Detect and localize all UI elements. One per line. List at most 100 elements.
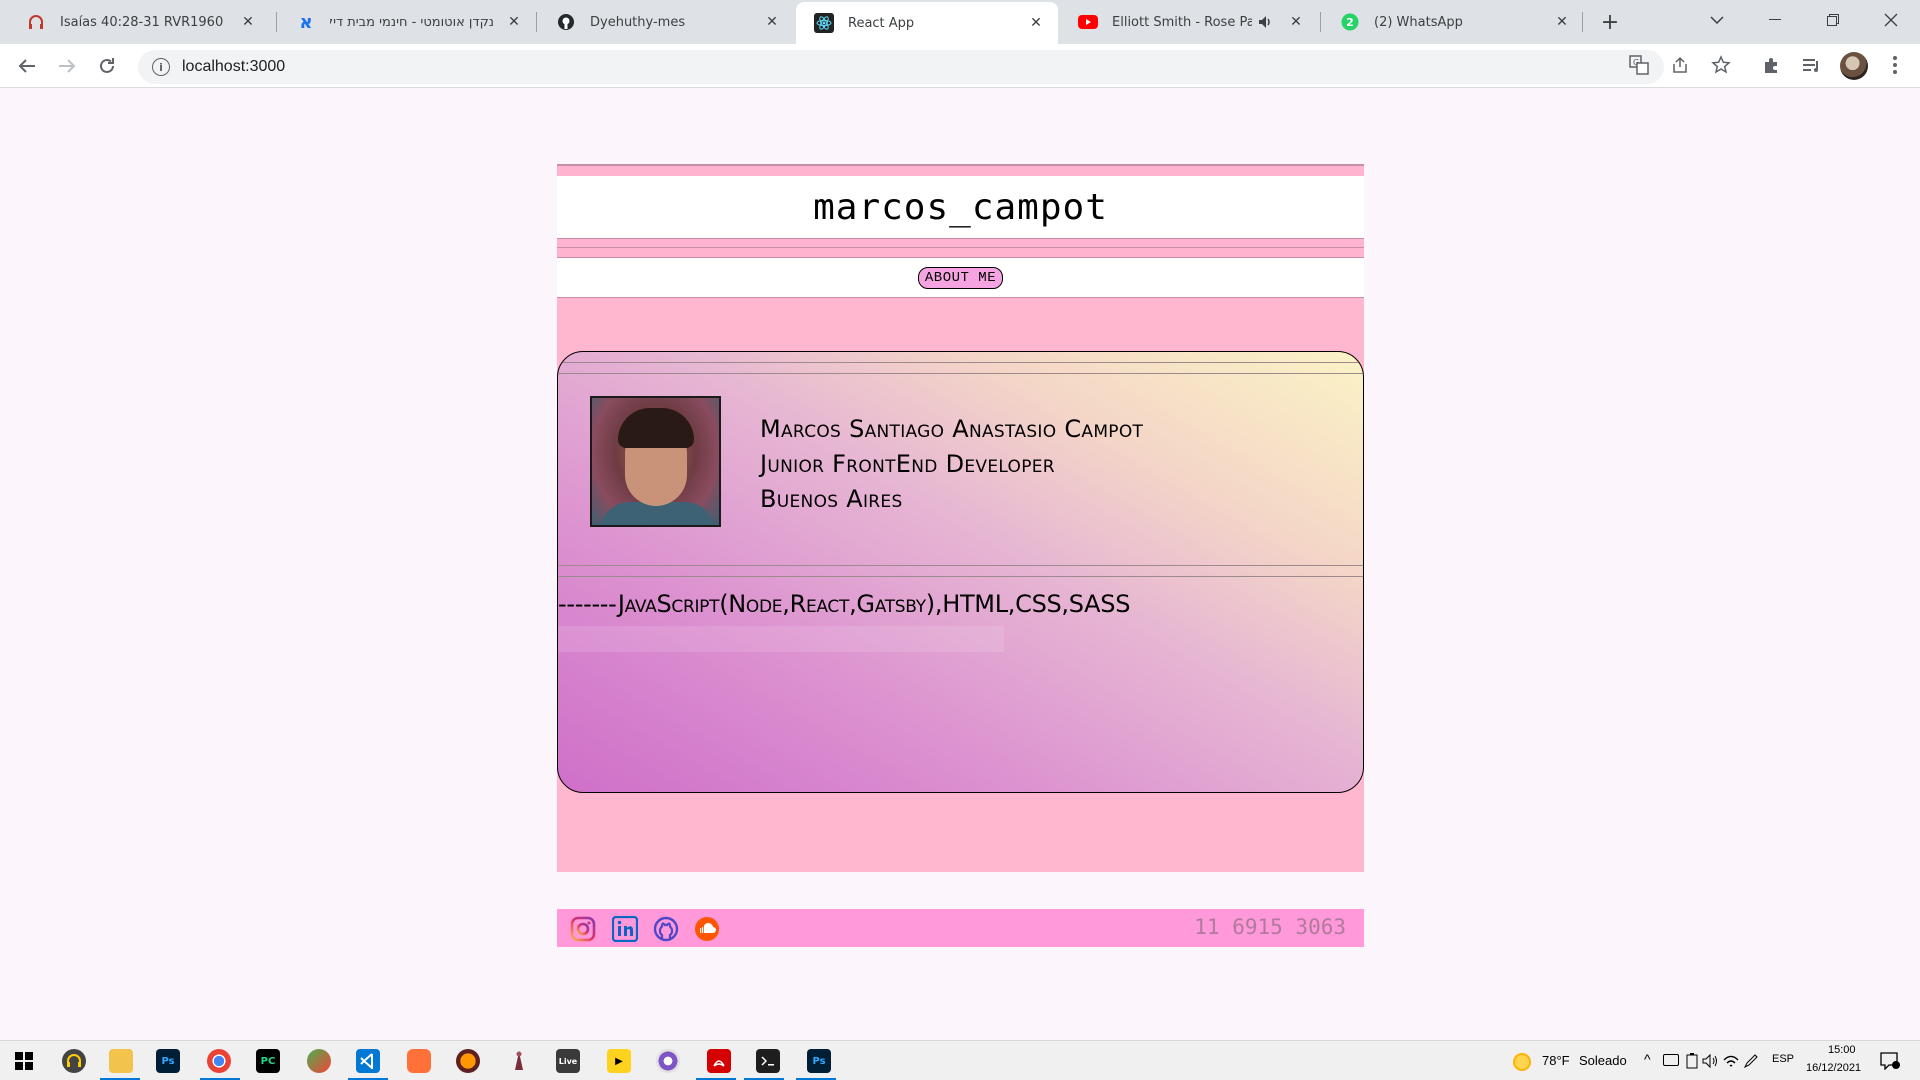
profile-name: Marcos Santiago Anastasio Campot <box>760 415 1144 443</box>
bookmark-star-icon[interactable] <box>1710 54 1732 76</box>
media-player-icon[interactable]: ▶ <box>607 1049 631 1073</box>
anaconda-icon[interactable] <box>507 1049 531 1073</box>
brave-icon[interactable] <box>407 1049 431 1073</box>
skills-text: -------JavaScript(Node,React,Gatsby),HTM… <box>558 590 1131 618</box>
tab-github[interactable]: Dyehuthy-mes ✕ <box>538 0 794 44</box>
close-icon[interactable]: ✕ <box>238 12 258 32</box>
headphones-icon <box>26 12 46 32</box>
profile-avatar[interactable] <box>1840 52 1868 80</box>
close-icon[interactable]: ✕ <box>1286 12 1306 32</box>
svg-text:2: 2 <box>1346 16 1354 29</box>
weather-temp[interactable]: 78°F <box>1542 1053 1570 1068</box>
site-footer: 11 6915 3063 <box>557 909 1364 947</box>
restore-button[interactable] <box>1810 0 1856 40</box>
tab-separator <box>1582 12 1583 32</box>
about-me-button[interactable]: About me <box>917 266 1004 289</box>
tab-strip: Isaías 40:28-31 RVR1960 - ¿No ha ✕ א נקד… <box>0 0 1920 44</box>
blender-icon[interactable] <box>656 1049 680 1073</box>
battery-icon[interactable] <box>1686 1053 1698 1073</box>
file-explorer-icon[interactable] <box>109 1049 133 1073</box>
reload-icon[interactable] <box>91 50 123 82</box>
pycharm-icon[interactable]: PC <box>256 1049 280 1073</box>
clock-time[interactable]: 15:00 <box>1828 1044 1856 1056</box>
vscode-icon[interactable] <box>356 1049 380 1073</box>
site-nav: About me <box>557 258 1364 297</box>
photoshop-icon[interactable]: Ps <box>156 1049 180 1073</box>
whatsapp-icon: 2 <box>1340 12 1360 32</box>
site-header: marcos_campot <box>557 176 1364 238</box>
ableton-live-icon[interactable]: Live <box>556 1049 580 1073</box>
profile-card: Marcos Santiago Anastasio Campot Junior … <box>557 351 1364 793</box>
tab-bible[interactable]: Isaías 40:28-31 RVR1960 - ¿No ha ✕ <box>8 0 270 44</box>
profile-role: Junior FrontEnd Developer <box>760 450 1055 478</box>
close-icon[interactable]: ✕ <box>1552 12 1572 32</box>
tab-title: React App <box>848 15 915 31</box>
onedrive-icon[interactable] <box>1663 1054 1679 1066</box>
notifications-icon[interactable] <box>1880 1052 1900 1074</box>
profile-info: Marcos Santiago Anastasio Campot Junior … <box>760 412 1143 517</box>
card-divider <box>558 576 1363 577</box>
acrobat-icon[interactable] <box>707 1049 731 1073</box>
tab-title: Elliott Smith - Rose Parade ( <box>1112 14 1252 30</box>
forward-arrow-icon[interactable] <box>51 50 83 82</box>
github-icon <box>556 12 576 32</box>
clock-date[interactable]: 16/12/2021 <box>1806 1062 1861 1074</box>
tab-youtube[interactable]: Elliott Smith - Rose Parade ( ✕ <box>1060 0 1318 44</box>
firefox-icon[interactable] <box>456 1049 480 1073</box>
language-indicator[interactable]: ESP <box>1772 1053 1794 1065</box>
tab-whatsapp[interactable]: 2 (2) WhatsApp ✕ <box>1322 0 1584 44</box>
instagram-icon[interactable] <box>570 916 596 942</box>
minimize-button[interactable] <box>1752 0 1798 40</box>
card-divider <box>558 362 1363 363</box>
terminal-icon[interactable] <box>756 1049 780 1073</box>
tray-chevron-up-icon[interactable]: ^ <box>1644 1051 1651 1067</box>
windows-start-icon[interactable] <box>12 1049 36 1073</box>
tab-separator <box>536 12 537 32</box>
speaker-icon[interactable] <box>1258 15 1276 29</box>
wifi-icon[interactable] <box>1722 1053 1740 1073</box>
weather-text[interactable]: Soleado <box>1579 1053 1627 1068</box>
tab-title: (2) WhatsApp <box>1374 14 1463 30</box>
media-control-icon[interactable] <box>1800 54 1822 76</box>
card-divider <box>558 373 1363 374</box>
header-band <box>557 166 1364 176</box>
github-icon[interactable] <box>653 916 679 942</box>
kebab-menu-icon[interactable] <box>1884 54 1906 76</box>
youtube-icon <box>1078 12 1098 32</box>
tab-nakdan[interactable]: א נקדן אוטומטי - חינמי מבית דיקטה ✕ <box>278 0 536 44</box>
portfolio-site: marcos_campot About me Marcos Santiago A… <box>557 164 1364 947</box>
pen-icon[interactable] <box>1743 1053 1759 1073</box>
page-viewport: marcos_campot About me Marcos Santiago A… <box>0 89 1920 1039</box>
vpn-shield-icon[interactable] <box>307 1049 331 1073</box>
tab-react-app[interactable]: React App ✕ <box>796 2 1058 44</box>
tab-separator <box>1320 12 1321 32</box>
address-bar[interactable]: i localhost:3000 <box>138 50 1664 84</box>
site-info-icon[interactable]: i <box>152 58 170 76</box>
url-text[interactable]: localhost:3000 <box>182 58 285 76</box>
phone-number: 11 6915 3063 <box>1194 915 1346 939</box>
tab-title: Dyehuthy-mes <box>590 14 686 30</box>
back-arrow-icon[interactable] <box>11 50 43 82</box>
close-icon[interactable]: ✕ <box>504 12 524 32</box>
linkedin-icon[interactable] <box>612 916 638 942</box>
translate-icon[interactable]: G <box>1628 54 1650 76</box>
volume-icon[interactable] <box>1702 1053 1720 1073</box>
tab-separator <box>276 12 277 32</box>
tab-title: Isaías 40:28-31 RVR1960 - ¿No ha <box>60 14 228 30</box>
tab-search-chevron-icon[interactable] <box>1694 0 1740 40</box>
profile-photo <box>590 396 721 527</box>
new-tab-button[interactable]: + <box>1596 8 1624 36</box>
share-icon[interactable] <box>1669 54 1691 76</box>
weather-sun-icon[interactable] <box>1513 1053 1531 1071</box>
card-divider <box>558 565 1363 566</box>
photoshop-icon[interactable]: Ps <box>807 1049 831 1073</box>
extensions-puzzle-icon[interactable] <box>1761 54 1783 76</box>
audio-app-icon[interactable] <box>62 1049 86 1073</box>
close-icon[interactable]: ✕ <box>1026 13 1046 33</box>
aleph-icon: א <box>299 11 313 33</box>
chrome-icon[interactable] <box>207 1049 231 1073</box>
soundcloud-icon[interactable] <box>694 916 720 942</box>
skills-highlight <box>558 626 1004 652</box>
close-icon[interactable]: ✕ <box>762 12 782 32</box>
close-window-button[interactable] <box>1868 0 1914 40</box>
